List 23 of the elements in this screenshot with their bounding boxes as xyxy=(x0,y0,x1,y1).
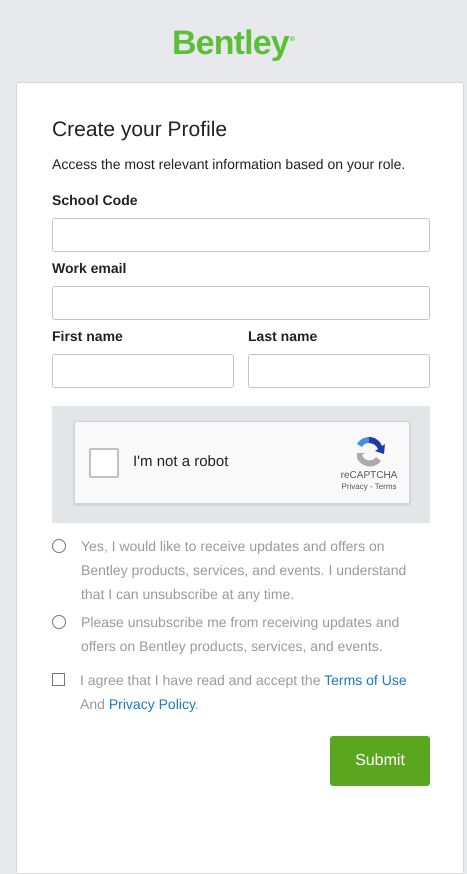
submit-button[interactable]: Submit xyxy=(330,736,430,786)
captcha-checkbox[interactable] xyxy=(89,448,119,478)
field-label: Work email xyxy=(52,259,128,278)
field-label: Last name xyxy=(248,327,318,346)
checkbox[interactable] xyxy=(52,673,65,686)
form-title: Create your Profile xyxy=(52,117,228,143)
agreement-text: I agree that I have read and accept the Terms of Use And Privacy Policy. xyxy=(80,671,408,714)
recaptcha-links: Privacy - Terms xyxy=(342,482,396,492)
text-field[interactable] xyxy=(52,354,234,388)
text-field[interactable] xyxy=(248,354,430,388)
option-text: Please unsubscribe me from receiving updates and offers on Bentley products, services, and events. xyxy=(81,613,400,656)
captcha-label: I'm not a robot xyxy=(133,452,230,472)
intro-text: Access the most relevant information based on your role. xyxy=(52,155,406,174)
option-text: Yes, I would like to receive updates and offers on Bentley products, services, and events. I understand that I can unsubscribe at any time. xyxy=(81,537,408,604)
recaptcha-brand: reCAPTCHA xyxy=(340,470,398,482)
terms-link[interactable]: Terms of Use xyxy=(324,672,407,688)
privacy-link[interactable]: Privacy Policy xyxy=(108,696,195,712)
radio-button[interactable] xyxy=(52,539,66,553)
text-field[interactable] xyxy=(52,286,430,320)
radio-button[interactable] xyxy=(52,615,66,629)
text-field[interactable] xyxy=(52,218,430,252)
field-label: First name xyxy=(52,327,124,346)
field-label: School Code xyxy=(52,191,139,210)
